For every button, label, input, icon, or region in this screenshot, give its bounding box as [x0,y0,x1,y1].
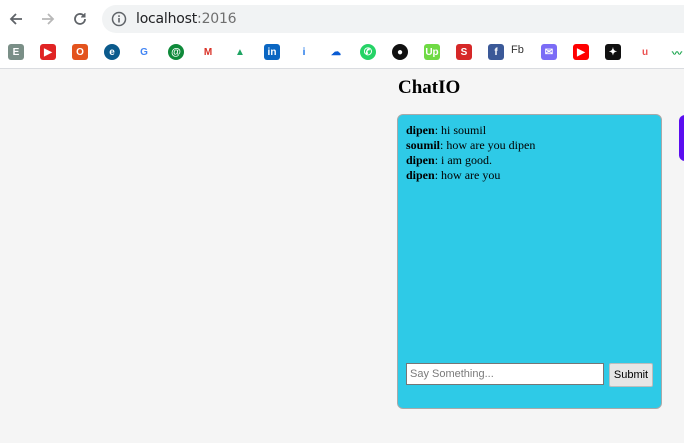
page-title: ChatIO [398,77,461,98]
chat-panel: dipen: hi soumil soumil: how are you dip… [397,114,662,409]
upwork-icon[interactable]: Up [424,44,440,60]
chat-form: Submit [406,363,654,387]
message-item: dipen: how are you [406,168,654,183]
back-button[interactable] [4,7,28,31]
message-item: dipen: hi soumil [406,123,654,138]
e-circle-icon[interactable]: e [104,44,120,60]
browser-toolbar: localhost:2016 [0,0,684,38]
url-port: :2016 [197,11,237,27]
facebook-icon[interactable]: f [488,44,504,60]
youtube-icon[interactable]: ▶ [573,44,589,60]
message-text: : hi soumil [434,123,487,137]
google-icon[interactable]: G [136,44,152,60]
forward-arrow-icon [42,13,55,25]
green-wave-icon[interactable]: 〰 [669,44,684,60]
message-user: soumil [406,138,441,152]
side-tab[interactable] [679,115,684,161]
gmail-icon[interactable]: M [200,44,216,60]
bookmarks-bar: E ▶ Oe G @ M ▲ in i ☁ ✆ ● Up Sf ✉ ▶ ✦ u 〰 [0,38,684,69]
office-icon[interactable]: O [72,44,88,60]
message-item: soumil: how are you dipen [406,138,654,153]
red-s-icon[interactable]: S [456,44,472,60]
message-user: dipen [406,153,435,167]
url-host: localhost [136,11,198,27]
google-drive-icon[interactable]: ▲ [232,44,248,60]
page-content: ChatIO dipen: hi soumil soumil: how are … [0,69,684,443]
submit-button[interactable]: Submit [609,363,653,387]
back-arrow-icon [9,13,22,25]
message-input[interactable] [406,363,604,385]
evernote-icon[interactable]: E [8,44,24,60]
github-icon[interactable]: ● [392,44,408,60]
bookmark-label-fb[interactable]: Fb [511,44,524,56]
udemy-icon[interactable]: u [637,44,653,60]
info-i-icon[interactable]: i [296,44,312,60]
message-user: dipen [406,123,435,137]
message-text: : how are you [434,168,501,182]
address-bar[interactable]: localhost:2016 [102,5,684,33]
message-text: : how are you dipen [440,138,536,152]
message-list: dipen: hi soumil soumil: how are you dip… [406,123,654,183]
green-swirl-icon[interactable]: @ [168,44,184,60]
mail-icon[interactable]: ✉ [541,44,557,60]
whatsapp-icon[interactable]: ✆ [360,44,376,60]
onedrive-icon[interactable]: ☁ [328,44,344,60]
site-info-icon[interactable] [111,11,127,27]
black-logo-icon[interactable]: ✦ [605,44,621,60]
forward-button[interactable] [36,7,60,31]
message-item: dipen: i am good. [406,153,654,168]
reload-icon [74,13,86,25]
url-text[interactable]: localhost:2016 [136,11,237,27]
reload-button[interactable] [68,7,92,31]
message-user: dipen [406,168,435,182]
red-play-icon[interactable]: ▶ [40,44,56,60]
message-text: : i am good. [434,153,493,167]
linkedin-icon[interactable]: in [264,44,280,60]
